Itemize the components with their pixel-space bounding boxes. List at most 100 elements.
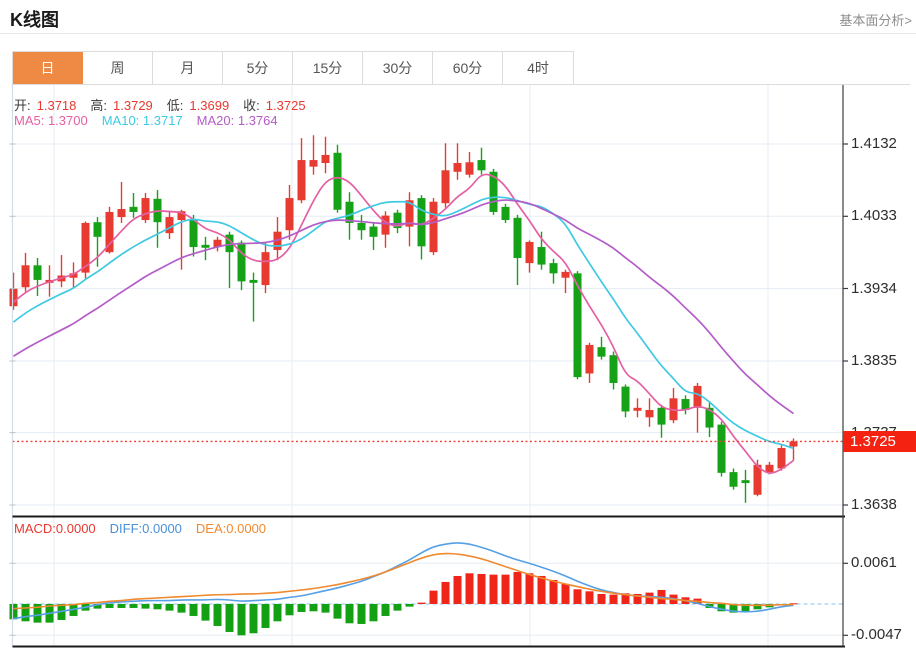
candle-body bbox=[562, 272, 570, 278]
macd-bar bbox=[538, 576, 546, 604]
candle-body bbox=[94, 222, 102, 237]
candle-body bbox=[322, 155, 330, 163]
tab-5min[interactable]: 5分 bbox=[223, 52, 293, 84]
macd-bar bbox=[190, 604, 198, 616]
macd-bar bbox=[334, 604, 342, 619]
macd-bar bbox=[214, 604, 222, 626]
tab-week[interactable]: 周 bbox=[83, 52, 153, 84]
tab-day[interactable]: 日 bbox=[13, 52, 83, 84]
candle-body bbox=[514, 218, 522, 258]
current-price-tag: 1.3725 bbox=[843, 431, 916, 452]
candle-body bbox=[202, 245, 210, 248]
candle-body bbox=[766, 465, 774, 472]
tab-15min[interactable]: 15分 bbox=[293, 52, 363, 84]
page-title: K线图 bbox=[10, 6, 59, 32]
macd-bar bbox=[502, 575, 510, 604]
macd-bar bbox=[322, 604, 330, 613]
macd-bar bbox=[118, 604, 126, 608]
macd-bar bbox=[598, 594, 606, 604]
candle-body bbox=[334, 153, 342, 210]
candle-body bbox=[418, 198, 426, 246]
macd-bar bbox=[226, 604, 234, 632]
candle-body bbox=[22, 265, 30, 287]
candle-body bbox=[262, 252, 270, 285]
macd-bar bbox=[418, 603, 426, 604]
candle-body bbox=[286, 198, 294, 230]
candle-body bbox=[238, 243, 246, 282]
tab-60min[interactable]: 60分 bbox=[433, 52, 503, 84]
candle-body bbox=[130, 207, 138, 212]
candle-body bbox=[466, 162, 474, 174]
macd-bar bbox=[562, 584, 570, 604]
macd-bar bbox=[238, 604, 246, 635]
candle-body bbox=[382, 216, 390, 235]
macd-bar bbox=[466, 573, 474, 604]
tab-month[interactable]: 月 bbox=[153, 52, 223, 84]
macd-dea-line bbox=[14, 554, 794, 609]
candle-body bbox=[250, 280, 258, 283]
candle-body bbox=[538, 247, 546, 265]
macd-bar bbox=[346, 604, 354, 623]
macd-bar bbox=[442, 582, 450, 604]
macd-bar bbox=[382, 604, 390, 616]
period-tabbar: 日周月5分15分30分60分4时 bbox=[12, 51, 574, 85]
candle-body bbox=[718, 425, 726, 473]
candle-body bbox=[118, 209, 126, 217]
fundamental-analysis-link[interactable]: 基本面分析> bbox=[839, 10, 912, 29]
candle-body bbox=[310, 160, 318, 167]
candle-body bbox=[10, 289, 18, 307]
candle-body bbox=[442, 170, 450, 203]
macd-bar bbox=[274, 604, 282, 621]
candle-body bbox=[478, 160, 486, 170]
candle-body bbox=[742, 480, 750, 483]
candle-body bbox=[610, 355, 618, 383]
candle-body bbox=[370, 227, 378, 237]
candle-body bbox=[658, 408, 666, 425]
candle-body bbox=[298, 160, 306, 200]
macd-bar bbox=[250, 604, 258, 633]
macd-bar bbox=[310, 604, 318, 611]
macd-bar bbox=[478, 574, 486, 604]
macd-bar bbox=[430, 591, 438, 604]
tab-30min[interactable]: 30分 bbox=[363, 52, 433, 84]
macd-bar bbox=[514, 572, 522, 604]
candle-body bbox=[34, 265, 42, 280]
macd-bar bbox=[586, 591, 594, 604]
candle-body bbox=[454, 163, 462, 172]
macd-bar bbox=[610, 595, 618, 604]
ma5-line bbox=[14, 174, 794, 473]
macd-bar bbox=[262, 604, 270, 628]
candle-body bbox=[586, 345, 594, 374]
macd-bar bbox=[358, 604, 366, 624]
macd-bar bbox=[166, 604, 174, 611]
macd-bar bbox=[154, 604, 162, 609]
macd-bar bbox=[10, 604, 18, 619]
macd-bar bbox=[526, 573, 534, 604]
candle-body bbox=[142, 198, 150, 220]
candle-body bbox=[550, 263, 558, 273]
candle-body bbox=[622, 387, 630, 412]
macd-bar bbox=[202, 604, 210, 621]
candle-body bbox=[778, 448, 786, 468]
candle-body bbox=[358, 223, 366, 230]
macd-bar bbox=[550, 580, 558, 604]
candle-body bbox=[166, 217, 174, 233]
candle-body bbox=[646, 410, 654, 417]
macd-bar bbox=[298, 604, 306, 612]
candle-body bbox=[790, 441, 798, 446]
kline-chart[interactable] bbox=[0, 0, 916, 648]
macd-bar bbox=[106, 604, 114, 608]
macd-bar bbox=[130, 604, 138, 608]
candle-body bbox=[598, 347, 606, 357]
macd-bar bbox=[490, 575, 498, 604]
macd-bar bbox=[370, 604, 378, 621]
tab-4hour[interactable]: 4时 bbox=[503, 52, 573, 84]
macd-bar bbox=[406, 604, 414, 607]
macd-bar bbox=[574, 589, 582, 604]
macd-bar bbox=[394, 604, 402, 611]
macd-bar bbox=[178, 604, 186, 613]
header-divider bbox=[0, 33, 916, 34]
macd-bar bbox=[286, 604, 294, 615]
macd-bar bbox=[22, 604, 30, 621]
candle-body bbox=[502, 207, 510, 220]
